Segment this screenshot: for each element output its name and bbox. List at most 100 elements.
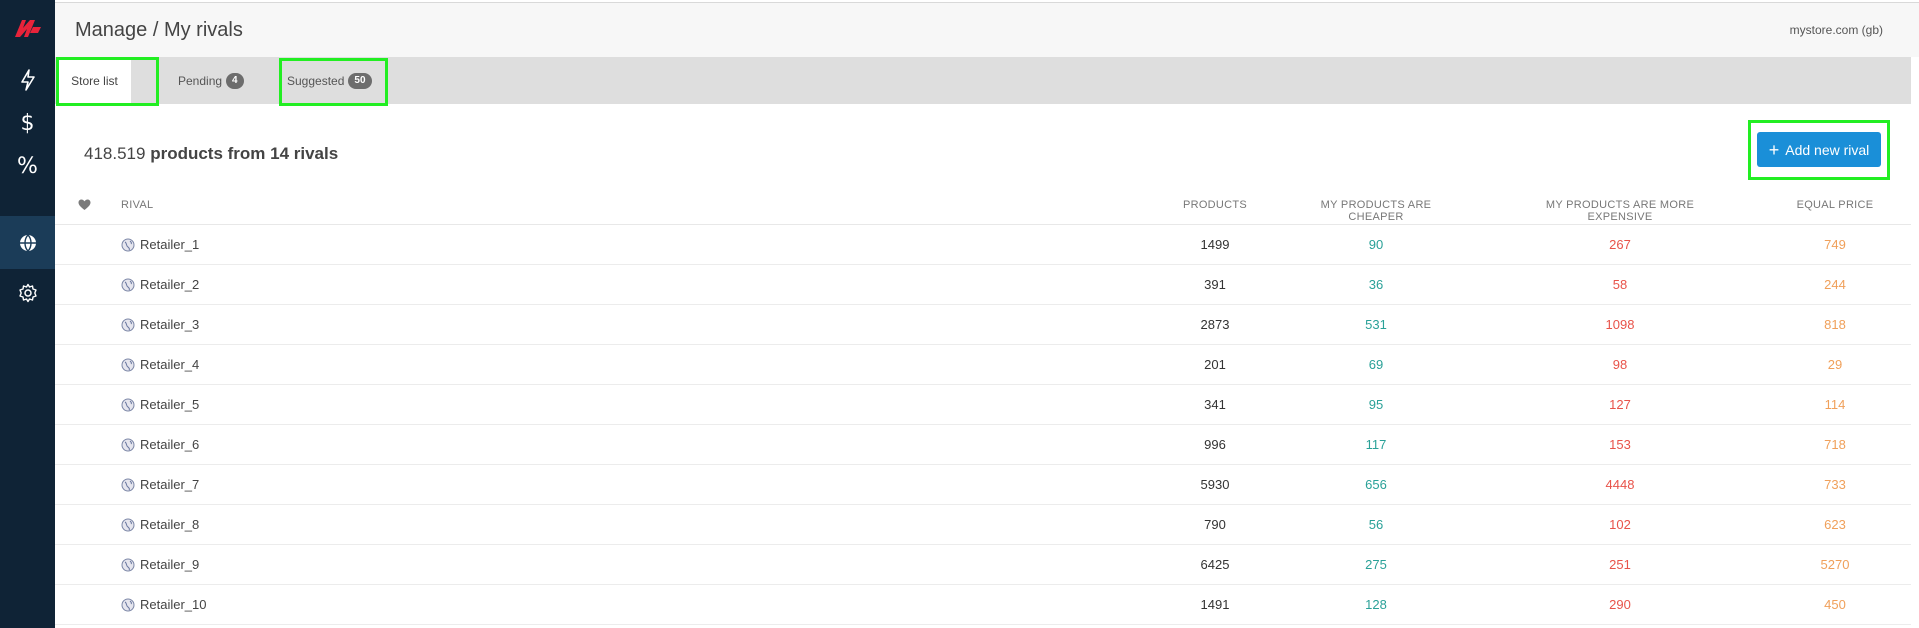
products-cell: 6425 [1200,557,1230,572]
expensive-cell[interactable]: 267 [1525,237,1715,252]
rival-name[interactable]: Retailer_1 [140,237,199,252]
globe-icon [121,358,135,371]
cheaper-cell[interactable]: 36 [1301,277,1451,292]
products-column-header[interactable]: PRODUCTS [1165,199,1265,211]
equal-price-cell[interactable]: 733 [1775,477,1895,492]
rival-cell[interactable]: Retailer_10 [121,597,207,612]
rival-column-header[interactable]: RIVAL [121,199,153,211]
rival-cell[interactable]: Retailer_7 [121,477,199,492]
expensive-cell[interactable]: 58 [1525,277,1715,292]
products-cell: 391 [1204,277,1226,292]
tab-suggested[interactable]: Suggested 50 [287,57,372,104]
page-header: Manage / My rivals mystore.com (gb) [55,2,1919,57]
rival-name[interactable]: Retailer_5 [140,397,199,412]
expensive-cell[interactable]: 1098 [1525,317,1715,332]
cheaper-cell[interactable]: 69 [1301,357,1451,372]
equal-price-cell[interactable]: 114 [1775,397,1895,412]
rival-cell[interactable]: Retailer_3 [121,317,199,332]
rival-name[interactable]: Retailer_7 [140,477,199,492]
cheaper-cell[interactable]: 531 [1301,317,1451,332]
products-cell: 5930 [1200,477,1230,492]
rival-name[interactable]: Retailer_6 [140,437,199,452]
expensive-cell[interactable]: 4448 [1525,477,1715,492]
table-row[interactable]: Retailer_4 201 69 98 29 [55,345,1911,385]
globe-icon [121,518,135,531]
cheaper-cell[interactable]: 117 [1301,437,1451,452]
cheaper-cell[interactable]: 275 [1301,557,1451,572]
table-header: RIVAL PRODUCTS MY PRODUCTS ARE CHEAPER M… [55,185,1911,225]
cheaper-column-header[interactable]: MY PRODUCTS ARE CHEAPER [1301,199,1451,223]
suggested-count-badge: 50 [348,72,372,89]
sidebar-item-discounts[interactable]: % [0,141,55,191]
rival-name[interactable]: Retailer_9 [140,557,199,572]
table-row[interactable]: Retailer_6 996 117 153 718 [55,425,1911,465]
sidebar-item-rivals[interactable] [0,216,55,269]
table-row[interactable]: Retailer_1 1499 90 267 749 [55,225,1911,265]
table-row[interactable]: Retailer_10 1491 128 290 450 [55,585,1911,625]
cheaper-cell[interactable]: 56 [1301,517,1451,532]
products-cell: 2873 [1200,317,1230,332]
table-row[interactable]: Retailer_9 6425 275 251 5270 [55,545,1911,585]
table-row[interactable]: Retailer_5 341 95 127 114 [55,385,1911,425]
page-title: Manage / My rivals [75,19,243,41]
tab-bar: Store list Pending 4 Suggested 50 [55,57,1911,104]
expensive-cell[interactable]: 290 [1525,597,1715,612]
expensive-cell[interactable]: 102 [1525,517,1715,532]
products-cell: 201 [1204,357,1226,372]
products-cell: 996 [1204,437,1226,452]
equal-price-cell[interactable]: 450 [1775,597,1895,612]
dollar-icon: $ [20,110,35,136]
cheaper-cell[interactable]: 90 [1301,237,1451,252]
rival-cell[interactable]: Retailer_9 [121,557,199,572]
sidebar-item-settings[interactable] [0,268,55,318]
table-row[interactable]: Retailer_3 2873 531 1098 818 [55,305,1911,345]
percent-icon: % [17,153,38,179]
table-row[interactable]: Retailer_7 5930 656 4448 733 [55,465,1911,505]
expensive-column-header[interactable]: MY PRODUCTS ARE MORE EXPENSIVE [1525,199,1715,223]
cheaper-cell[interactable]: 656 [1301,477,1451,492]
rival-cell[interactable]: Retailer_2 [121,277,199,292]
lightning-icon [19,69,37,91]
equal-price-cell[interactable]: 5270 [1775,557,1895,572]
equal-price-cell[interactable]: 818 [1775,317,1895,332]
equal-price-cell[interactable]: 244 [1775,277,1895,292]
rival-name[interactable]: Retailer_3 [140,317,199,332]
equal-price-column-header[interactable]: EQUAL PRICE [1775,199,1895,211]
pending-count-badge: 4 [226,72,244,89]
table-row[interactable]: Retailer_8 790 56 102 623 [55,505,1911,545]
rival-cell[interactable]: Retailer_5 [121,397,199,412]
rival-cell[interactable]: Retailer_1 [121,237,199,252]
globe-icon [121,238,135,251]
globe-icon [121,438,135,451]
logo-icon[interactable] [0,0,55,56]
cheaper-cell[interactable]: 95 [1301,397,1451,412]
favorite-column-header[interactable] [78,199,91,214]
table-row[interactable]: Retailer_2 391 36 58 244 [55,265,1911,305]
expensive-cell[interactable]: 251 [1525,557,1715,572]
products-cell: 1499 [1200,237,1230,252]
equal-price-cell[interactable]: 29 [1775,357,1895,372]
equal-price-cell[interactable]: 623 [1775,517,1895,532]
rival-cell[interactable]: Retailer_8 [121,517,199,532]
rival-name[interactable]: Retailer_10 [140,597,207,612]
add-new-rival-button[interactable]: + Add new rival [1757,132,1881,167]
rival-cell[interactable]: Retailer_4 [121,357,199,372]
tab-label: Store list [71,73,118,88]
cheaper-cell[interactable]: 128 [1301,597,1451,612]
tab-pending[interactable]: Pending 4 [178,57,244,104]
globe-icon [121,478,135,491]
tab-store-list[interactable]: Store list [58,57,131,104]
globe-icon [121,398,135,411]
equal-price-cell[interactable]: 718 [1775,437,1895,452]
rival-name[interactable]: Retailer_8 [140,517,199,532]
globe-icon [121,318,135,331]
expensive-cell[interactable]: 127 [1525,397,1715,412]
equal-price-cell[interactable]: 749 [1775,237,1895,252]
rival-cell[interactable]: Retailer_6 [121,437,199,452]
rival-name[interactable]: Retailer_2 [140,277,199,292]
expensive-cell[interactable]: 98 [1525,357,1715,372]
rival-name[interactable]: Retailer_4 [140,357,199,372]
store-selector[interactable]: mystore.com (gb) [1790,23,1883,37]
tab-label: Pending [178,73,223,88]
expensive-cell[interactable]: 153 [1525,437,1715,452]
